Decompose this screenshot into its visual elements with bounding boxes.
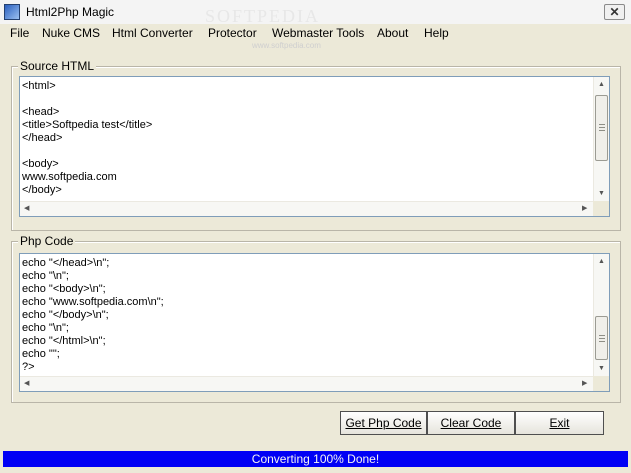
window-title: Html2Php Magic <box>26 5 115 19</box>
clear-code-label: Clear Code <box>440 416 502 430</box>
title-bar: Html2Php Magic SOFTPEDIA ✕ <box>0 0 631 26</box>
php-code-line: echo "\n"; <box>22 270 69 282</box>
source-html-line <box>22 145 152 158</box>
php-code-line: echo ""; <box>22 348 60 360</box>
scroll-down-icon[interactable]: ▼ <box>598 189 605 199</box>
php-code-line: echo "www.softpedia.com\n"; <box>22 296 164 308</box>
php-horizontal-scrollbar[interactable]: ◀ ▶ <box>20 376 594 391</box>
menu-help[interactable]: Help <box>424 26 449 40</box>
exit-button[interactable]: Exit <box>515 411 604 435</box>
php-vertical-scrollbar[interactable]: ▲ ▼ <box>593 254 609 377</box>
menu-protector[interactable]: Protector <box>208 26 257 40</box>
scroll-up-icon[interactable]: ▲ <box>598 80 605 90</box>
menu-about[interactable]: About <box>377 26 408 40</box>
scroll-corner <box>593 201 609 216</box>
php-code-line: echo "</head>\n"; <box>22 257 110 269</box>
scroll-down-icon[interactable]: ▼ <box>598 364 605 374</box>
php-code-line: echo "\n"; <box>22 322 69 334</box>
source-html-line <box>22 93 152 106</box>
source-html-line: <body> <box>22 158 59 170</box>
close-button[interactable]: ✕ <box>604 4 625 20</box>
menu-file[interactable]: File <box>10 26 29 40</box>
source-html-text: <html> <head> <title>Softpedia test</titl… <box>22 80 152 197</box>
php-code-label: Php Code <box>18 234 76 248</box>
scroll-right-icon[interactable]: ▶ <box>582 379 587 389</box>
php-scroll-thumb[interactable] <box>595 316 608 360</box>
source-horizontal-scrollbar[interactable]: ◀ ▶ <box>20 201 594 216</box>
app-icon <box>4 4 20 20</box>
php-code-line: echo "</html>\n"; <box>22 335 106 347</box>
php-code-line: echo "</body>\n"; <box>22 309 109 321</box>
scroll-corner <box>593 376 609 391</box>
scroll-right-icon[interactable]: ▶ <box>582 204 587 214</box>
source-html-line: www.softpedia.com <box>22 171 117 183</box>
clear-code-button[interactable]: Clear Code <box>427 411 515 435</box>
menu-html-converter[interactable]: Html Converter <box>112 26 193 40</box>
close-icon: ✕ <box>609 5 620 19</box>
exit-label: Exit <box>549 416 570 430</box>
scroll-up-icon[interactable]: ▲ <box>598 257 605 267</box>
source-scroll-thumb[interactable] <box>595 95 608 161</box>
source-html-line: <html> <box>22 80 56 92</box>
source-html-line: </head> <box>22 132 63 144</box>
php-code-text: echo "</head>\n"; echo "\n"; echo "<body>\… <box>22 257 164 374</box>
source-vertical-scrollbar[interactable]: ▲ ▼ <box>593 77 609 202</box>
get-php-code-label: Get Php Code <box>345 416 422 430</box>
scroll-left-icon[interactable]: ◀ <box>24 204 29 214</box>
scroll-left-icon[interactable]: ◀ <box>24 379 29 389</box>
source-html-line: <head> <box>22 106 60 118</box>
source-html-line: <title>Softpedia test</title> <box>22 119 153 131</box>
status-bar: Converting 100% Done! <box>3 451 628 467</box>
window-bottom-edge <box>0 467 631 473</box>
get-php-code-button[interactable]: Get Php Code <box>340 411 427 435</box>
menu-nuke-cms[interactable]: Nuke CMS <box>42 26 100 40</box>
menu-webmaster-tools[interactable]: Webmaster Tools <box>272 26 364 40</box>
php-code-line: echo "<body>\n"; <box>22 283 106 295</box>
php-code-textarea[interactable]: echo "</head>\n"; echo "\n"; echo "<body>\… <box>19 253 610 392</box>
source-html-line: </body> <box>22 184 62 196</box>
source-html-textarea[interactable]: <html> <head> <title>Softpedia test</titl… <box>19 76 610 217</box>
php-code-line: ?> <box>22 361 35 373</box>
watermark-url: www.softpedia.com <box>252 41 321 50</box>
source-html-label: Source HTML <box>18 59 97 73</box>
